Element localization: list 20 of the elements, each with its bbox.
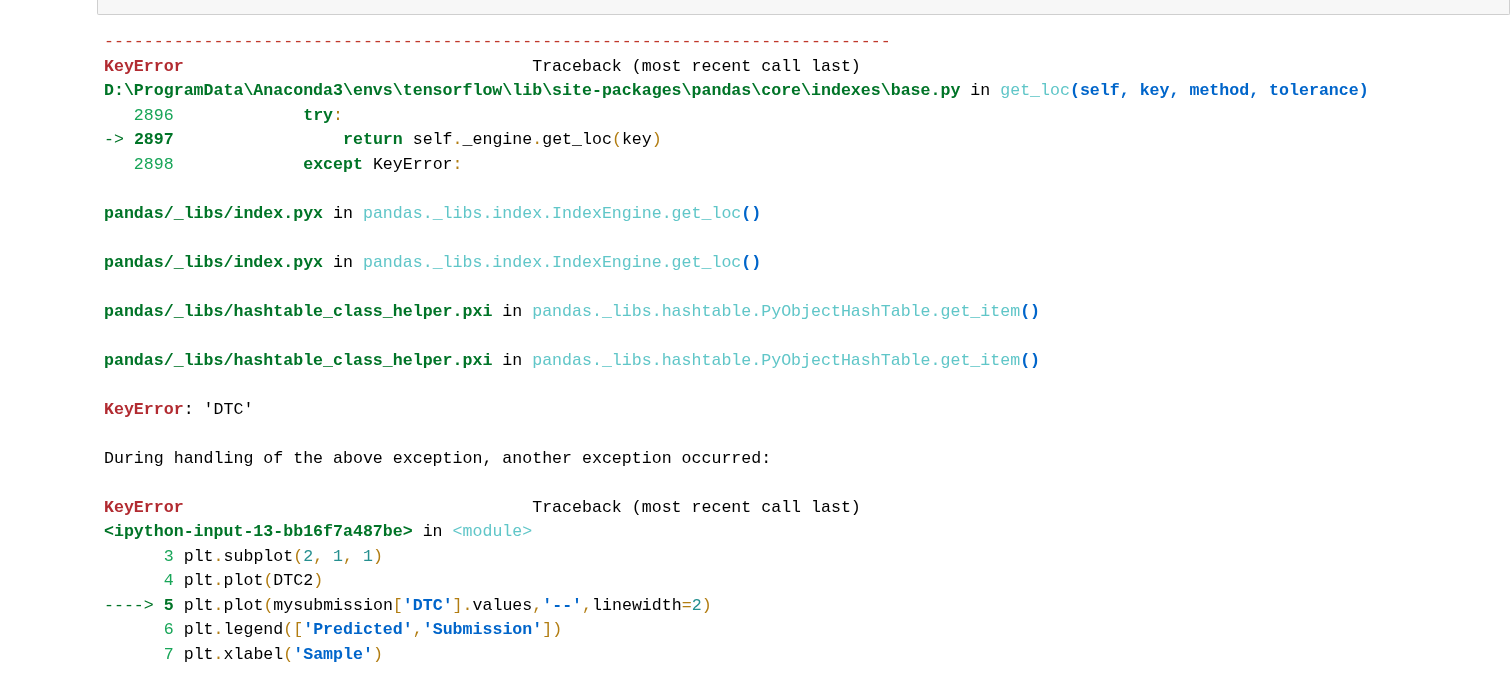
traceback-line: 7 plt.xlabel('Sample'): [162, 643, 383, 666]
traceback-line: 2898 except KeyError:: [132, 153, 463, 176]
traceback-line: KeyError: 'DTC': [104, 398, 254, 421]
traceback-line: -------------------------------------------------------------------------------: [104, 31, 891, 53]
traceback-line: 2896 try:: [132, 104, 343, 127]
traceback-line: pandas/_libs/index.pyx in pandas._libs.index.IndexEngine.get_loc(): [104, 202, 762, 225]
code-input-cell[interactable]: [97, 0, 1510, 15]
traceback-line: ----> 5 plt.plot(mysubmission['DTC'].values,'--',linewidth=2): [104, 594, 712, 617]
traceback-line: 3 plt.subplot(2, 1, 1): [162, 545, 383, 568]
traceback-line: 4 plt.plot(DTC2): [162, 570, 324, 592]
traceback-line: D:\ProgramData\Anaconda3\envs\tensorflow\lib\site-packages\pandas\core\indexes\base.py in get_loc(self, key, method, tolerance): [104, 80, 1369, 102]
traceback-line: -> 2897 return self._engine.get_loc(key): [104, 129, 662, 151]
traceback-line: During handling of the above exception, another exception occurred:: [104, 447, 772, 470]
traceback-line: <ipython-input-13-bb16f7a487be> in <module>: [104, 521, 533, 543]
traceback-line: 6 plt.legend(['Predicted','Submission']): [162, 619, 563, 641]
traceback-line: pandas/_libs/index.pyx in pandas._libs.index.IndexEngine.get_loc(): [104, 251, 762, 274]
traceback-line: pandas/_libs/hashtable_class_helper.pxi in pandas._libs.hashtable.PyObjectHashTable.get_item(): [104, 349, 1041, 372]
traceback-line: pandas/_libs/hashtable_class_helper.pxi in pandas._libs.hashtable.PyObjectHashTable.get_item(): [104, 300, 1041, 323]
traceback-line: KeyError Traceback (most recent call last): [104, 496, 861, 519]
traceback-line: KeyError Traceback (most recent call last): [104, 55, 861, 78]
